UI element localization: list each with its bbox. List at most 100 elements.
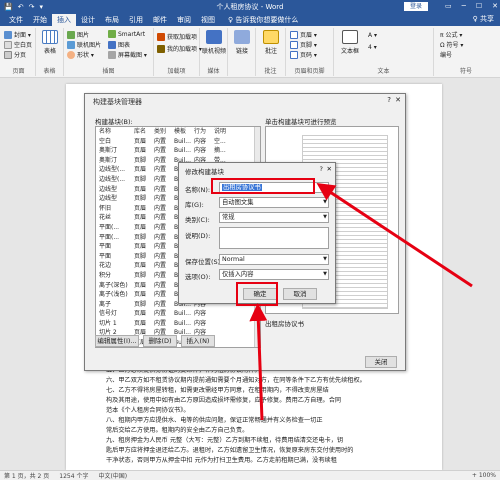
links-button[interactable]: 链接 — [230, 30, 254, 55]
page-count[interactable]: 第 1 页，共 2 页 — [4, 471, 49, 480]
text-box-button[interactable]: 文本框 — [338, 30, 362, 55]
tell-me-search[interactable]: ♀ 告诉我你想要做什么 — [228, 14, 298, 26]
list-cell: 切片 1 — [99, 319, 117, 327]
col-behavior-header[interactable]: 行为 — [194, 127, 214, 137]
group-pages: 封面 ▾ 空白页 分页 页面 — [2, 28, 36, 76]
category-select[interactable]: 常规 ▼ — [219, 212, 329, 223]
minimize-icon[interactable]: ─ — [462, 0, 466, 13]
list-item[interactable]: 奥斯汀 页眉 内置 Buil... 内容 摘... — [96, 146, 260, 156]
online-pictures-label: 联机图片 — [77, 42, 102, 49]
tab-references[interactable]: 引用 — [124, 14, 148, 26]
online-video-button[interactable]: 联机视频 — [202, 30, 226, 55]
tab-review[interactable]: 审阅 — [172, 14, 196, 26]
edit-properties-button[interactable]: 编辑属性(I)... — [95, 335, 139, 347]
help-icon[interactable]: ? — [387, 96, 391, 104]
language-indicator[interactable]: 中文(中国) — [98, 471, 127, 480]
shapes-button[interactable]: 形状 ▾ — [67, 50, 94, 59]
comment-button[interactable]: 批注 — [259, 30, 283, 55]
col-template-header[interactable]: 模板 — [174, 127, 194, 137]
col-gallery-header[interactable]: 库名 — [134, 127, 154, 137]
online-pictures-button[interactable]: 联机图片 — [67, 40, 101, 49]
numbering-button[interactable]: 编号 — [440, 50, 452, 59]
list-cell: 内置 — [154, 252, 167, 260]
list-cell: 边线型 — [99, 185, 118, 193]
get-addins-label: 获取加载项 — [167, 34, 198, 41]
gallery-value: 自动图文集 — [222, 199, 254, 206]
list-cell: 摘... — [214, 147, 226, 155]
symbol-button[interactable]: Ω 符号 ▾ — [440, 40, 463, 49]
save-in-select[interactable]: Normal ▼ — [219, 254, 329, 265]
chevron-down-icon: ▼ — [323, 214, 327, 220]
name-label: 名称(N): — [185, 186, 211, 194]
description-field[interactable] — [219, 227, 329, 249]
list-cell: 页脚 — [134, 156, 147, 164]
gallery-label: 库(G): — [185, 201, 204, 209]
group-illustrations: 图片 联机图片 形状 ▾ SmartArt 图表 屏幕截图 ▾ 插图 — [64, 28, 154, 76]
word-count[interactable]: 1254 个字 — [59, 471, 88, 480]
delete-button[interactable]: 删除(D) — [143, 335, 177, 347]
tab-layout[interactable]: 布局 — [100, 14, 124, 26]
options-select[interactable]: 仅插入内容 ▼ — [219, 269, 329, 280]
comment-icon — [263, 30, 279, 44]
list-cell: 内置 — [154, 300, 167, 308]
my-addins-button[interactable]: 我的加载项 ▾ — [157, 44, 202, 53]
list-cell: 页眉 — [134, 185, 147, 193]
list-cell: 空... — [214, 137, 226, 145]
drop-cap-button[interactable]: 4 ▾ — [368, 44, 377, 51]
page-number-icon — [290, 50, 298, 59]
page-number-button[interactable]: 页码 ▾ — [290, 50, 317, 59]
list-cell: 内容 — [194, 310, 207, 318]
list-item[interactable]: 切片 1 页眉 内置 Buil... 内容 — [96, 319, 260, 329]
page-break-button[interactable]: 分页 — [4, 50, 26, 59]
cover-page-icon — [4, 30, 12, 39]
wordart-button[interactable]: A ▾ — [368, 32, 377, 39]
list-item[interactable]: 空白 页眉 内置 Buil... 内容 空... — [96, 137, 260, 147]
list-cell: 内置 — [154, 262, 167, 270]
cancel-button[interactable]: 取消 — [283, 288, 317, 300]
tab-file[interactable]: 文件 — [4, 14, 28, 26]
list-cell: 内置 — [154, 137, 167, 145]
list-cell: 页眉 — [134, 147, 147, 155]
tab-design[interactable]: 设计 — [76, 14, 100, 26]
share-button[interactable]: ♀ 共享 — [473, 14, 494, 24]
chevron-down-icon: ▼ — [323, 271, 327, 277]
online-picture-icon — [67, 40, 75, 49]
maximize-icon[interactable]: ☐ — [476, 0, 482, 13]
close-icon[interactable]: ✕ — [492, 0, 498, 13]
footer-button[interactable]: 页脚 ▾ — [290, 40, 317, 49]
col-name-header[interactable]: 名称 — [96, 127, 134, 137]
document-body[interactable]: 五、乙方必须提供身份证的复印件，作为租房协议附件。 六、甲乙双方如不租赁协议期内… — [106, 366, 426, 466]
col-category-header[interactable]: 类别 — [154, 127, 174, 137]
table-button[interactable]: 表格 — [38, 30, 62, 55]
login-button[interactable]: 登录 — [403, 2, 428, 11]
equation-button[interactable]: π 公式 ▾ — [440, 30, 462, 39]
get-addins-button[interactable]: 获取加载项 — [157, 32, 197, 41]
zoom-level[interactable]: + 100% — [472, 472, 496, 479]
cover-page-button[interactable]: 封面 ▾ — [4, 30, 31, 39]
gallery-select[interactable]: 自动图文集 ▼ — [219, 197, 329, 208]
list-cell: 内置 — [154, 243, 167, 251]
pictures-button[interactable]: 图片 — [67, 30, 89, 39]
header-button[interactable]: 页眉 ▾ — [290, 30, 317, 39]
doc-line: 八、租期内甲方应提供水、电等的供应问题，保证正常畅通并有义务检查一切正 — [106, 417, 323, 424]
blank-page-button[interactable]: 空白页 — [4, 40, 32, 49]
tab-view[interactable]: 视图 — [196, 14, 220, 26]
smartart-button[interactable]: SmartArt — [108, 30, 145, 38]
list-item[interactable]: 信号灯 页眉 内置 Buil... 内容 — [96, 309, 260, 319]
chart-button[interactable]: 图表 — [108, 40, 130, 49]
tab-mailings[interactable]: 邮件 — [148, 14, 172, 26]
close-icon[interactable]: ✕ — [395, 96, 401, 104]
screenshot-button[interactable]: 屏幕截图 ▾ — [108, 50, 147, 59]
table-button-label: 表格 — [43, 48, 56, 55]
close-button[interactable]: 关闭 — [365, 356, 397, 368]
tab-home[interactable]: 开始 — [28, 14, 52, 26]
list-cell: 页眉 — [134, 223, 147, 231]
list-cell: 内置 — [154, 281, 167, 289]
close-icon[interactable]: ✕ — [327, 165, 332, 173]
ribbon-display-icon[interactable]: ▭ — [445, 0, 452, 13]
help-icon[interactable]: ? — [320, 165, 323, 173]
col-description-header[interactable]: 说明 — [214, 127, 234, 137]
list-cell: 页脚 — [134, 175, 147, 183]
tab-insert[interactable]: 插入 — [52, 14, 76, 26]
insert-button[interactable]: 插入(N) — [181, 335, 215, 347]
